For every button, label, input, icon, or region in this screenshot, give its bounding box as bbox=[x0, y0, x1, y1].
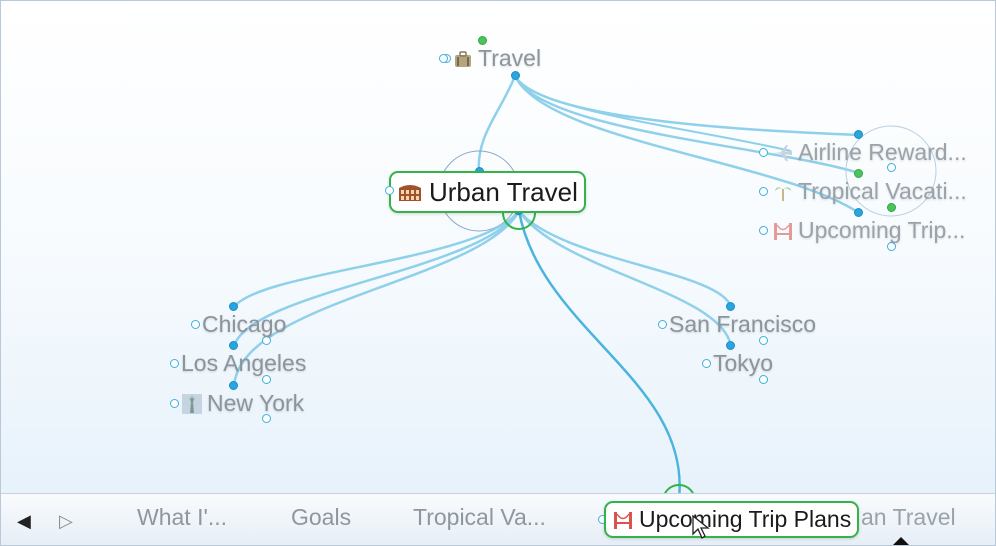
jump-thought-tropical[interactable]: Tropical Vacati... bbox=[759, 178, 967, 205]
gate-blue[interactable] bbox=[854, 208, 863, 217]
gate-blue[interactable] bbox=[854, 130, 863, 139]
airplane-icon bbox=[774, 144, 792, 161]
child-thought-san-francisco[interactable]: San Francisco bbox=[658, 311, 816, 338]
thought-label: Los Angeles bbox=[181, 350, 307, 376]
pin-tropical[interactable]: Tropical Va... bbox=[413, 504, 546, 531]
gate-green[interactable] bbox=[478, 36, 487, 45]
thought-label: New York bbox=[207, 390, 305, 416]
gate-blue[interactable] bbox=[726, 302, 735, 311]
pin-label: Upcoming Trip Plans bbox=[639, 506, 852, 532]
gate-blue[interactable] bbox=[726, 341, 735, 350]
central-thought-urban-travel[interactable]: Urban Travel bbox=[389, 171, 586, 213]
child-thought-tokyo[interactable]: Tokyo bbox=[702, 350, 773, 377]
colosseum-icon bbox=[399, 185, 421, 201]
pin-label: What I'... bbox=[137, 504, 228, 530]
caret-up-icon bbox=[893, 537, 909, 545]
pin-goals[interactable]: Goals bbox=[291, 504, 351, 531]
thought-label: Upcoming Trip... bbox=[798, 217, 966, 243]
thought-label: Tokyo bbox=[713, 350, 774, 376]
thought-links bbox=[232, 75, 937, 518]
thought-label: Urban Travel bbox=[429, 176, 578, 207]
palm-tree-icon bbox=[775, 186, 791, 201]
mouse-cursor-icon bbox=[692, 514, 710, 539]
pin-upcoming-trip-plans[interactable]: Upcoming Trip Plans bbox=[604, 501, 860, 538]
child-thought-chicago[interactable]: Chicago bbox=[191, 311, 286, 338]
pin-what[interactable]: What I'... bbox=[137, 504, 227, 531]
suitcase-icon bbox=[455, 50, 471, 67]
thought-label: Airline Reward... bbox=[798, 139, 967, 165]
thought-label: Chicago bbox=[202, 311, 287, 337]
brain-canvas[interactable]: Travel Urban Travel Airline Reward... Tr… bbox=[0, 0, 996, 546]
bridge-icon bbox=[614, 511, 632, 529]
pin-label: Tropical Va... bbox=[413, 504, 546, 530]
child-thought-new-york[interactable]: New York bbox=[170, 390, 304, 417]
pin-urban-travel[interactable]: an Travel bbox=[861, 504, 956, 531]
gate-blue[interactable] bbox=[229, 381, 238, 390]
right-arrow-icon[interactable]: ▷ bbox=[59, 511, 73, 532]
gate-open[interactable] bbox=[385, 186, 394, 195]
thought-label: Tropical Vacati... bbox=[798, 178, 967, 204]
statue-of-liberty-icon bbox=[182, 393, 202, 414]
child-thought-los-angeles[interactable]: Los Angeles bbox=[170, 350, 306, 377]
pin-label: an Travel bbox=[861, 504, 956, 530]
parent-thought-travel[interactable]: Travel bbox=[439, 45, 541, 72]
thought-label: San Francisco bbox=[669, 311, 817, 337]
thought-label: Travel bbox=[478, 45, 542, 71]
jump-thought-upcoming[interactable]: Upcoming Trip... bbox=[759, 217, 965, 244]
jump-thought-airline[interactable]: Airline Reward... bbox=[759, 139, 967, 166]
gate-blue[interactable] bbox=[229, 341, 238, 350]
pin-label: Goals bbox=[291, 504, 352, 530]
gate-blue[interactable] bbox=[511, 71, 520, 80]
bridge-icon bbox=[774, 222, 792, 240]
left-arrow-icon[interactable]: ◀ bbox=[17, 511, 31, 532]
gate-blue[interactable] bbox=[229, 302, 238, 311]
gate-green[interactable] bbox=[854, 169, 863, 178]
